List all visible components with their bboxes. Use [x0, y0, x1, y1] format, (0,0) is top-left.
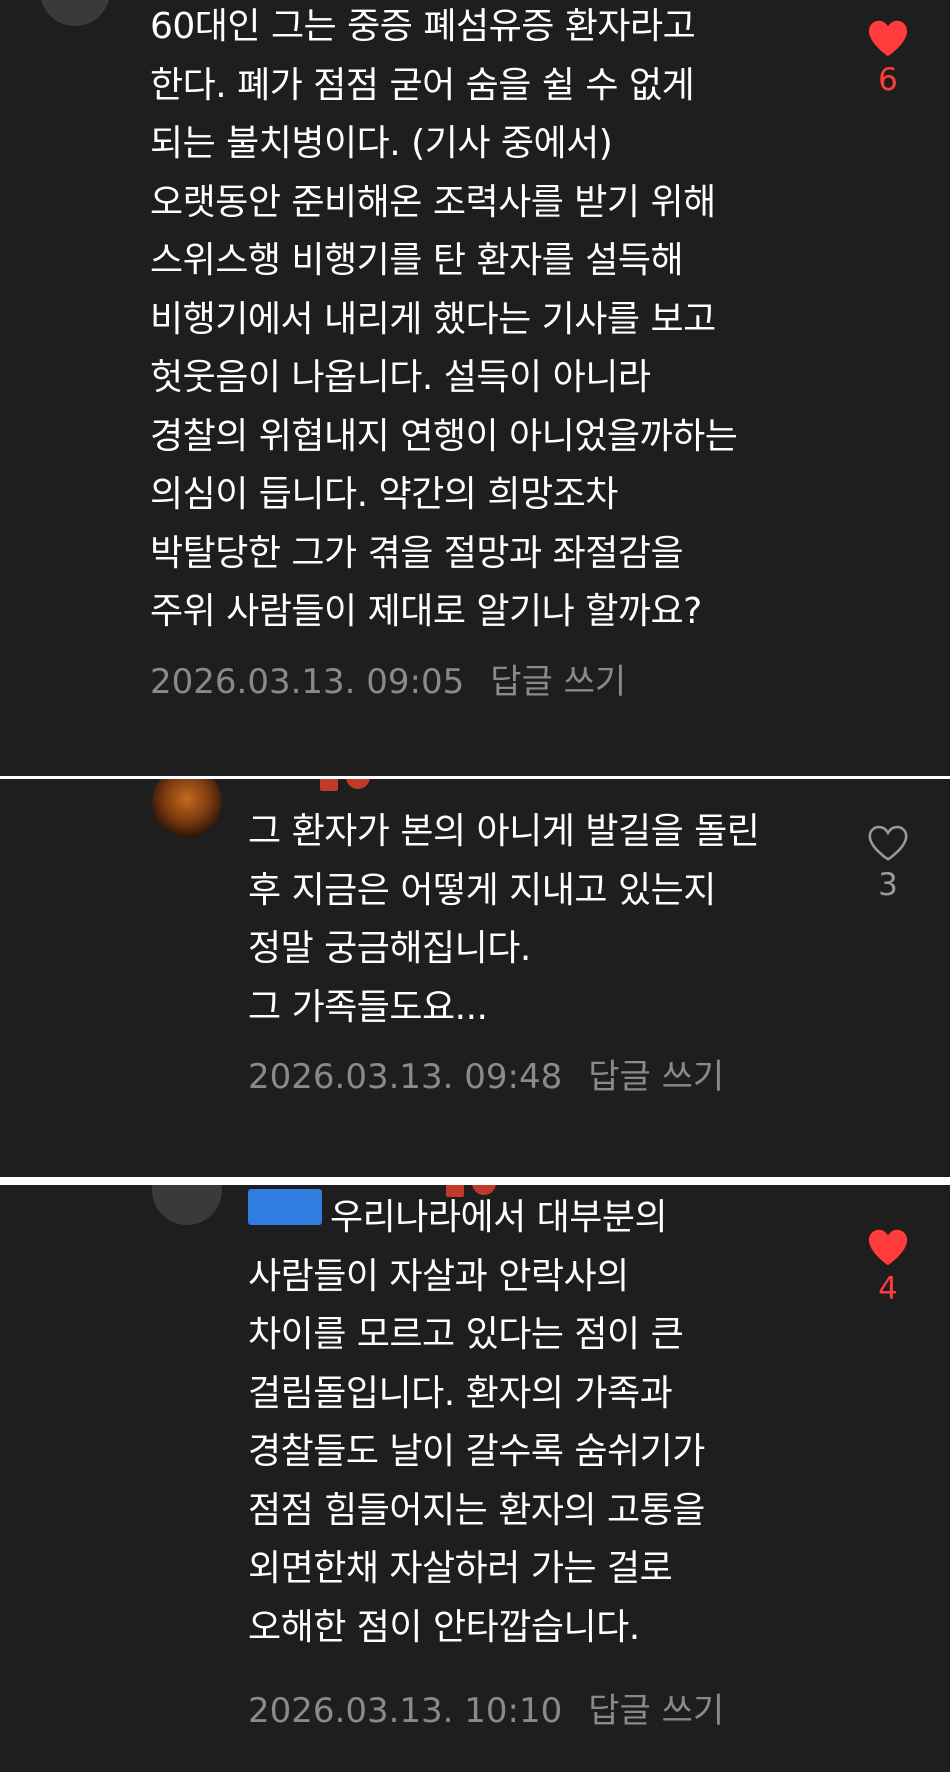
comment-timestamp: 2026.03.13. 09:05	[150, 662, 465, 702]
comment-line: 60대인 그는 중증 폐섬유증 환자라고	[150, 6, 696, 47]
comment-line: 후 지금은 어떻게 지내고 있는지	[248, 869, 716, 911]
comment-line: 사람들이 자살과 안락사의	[248, 1255, 629, 1297]
comment-body: 그 환자가 본의 아니게 발길을 돌린 후 지금은 어떻게 지내고 있는지 정말…	[248, 803, 760, 1037]
heart-filled-icon	[868, 1229, 908, 1266]
comment-line: 경찰들도 날이 갈수록 숨쉬기가	[248, 1431, 705, 1472]
comment-card: 60대인 그는 중증 폐섬유증 환자라고 한다. 폐가 점점 굳어 숨을 쉴 수…	[0, 0, 950, 776]
comment-body: 60대인 그는 중증 폐섬유증 환자라고 한다. 폐가 점점 굳어 숨을 쉴 수…	[150, 0, 738, 642]
comment-line: 정말 궁금해집니다.	[248, 928, 531, 969]
comment-line-text: 우리나라에서 대부분의	[330, 1197, 668, 1238]
comment-line: 걸림돌입니다. 환자의 가족과	[248, 1372, 673, 1414]
comment-line: 스위스행 비행기를 탄 환자를 설득해	[150, 240, 684, 281]
comment-line: 의심이 듭니다. 약간의 희망조차	[150, 474, 618, 515]
comment-line: 한다. 폐가 점점 굳어 숨을 쉴 수 없게	[150, 64, 695, 106]
heart-outline-icon	[868, 825, 908, 861]
comment-line: 그 가족들도요...	[248, 986, 488, 1028]
heart-filled-icon	[868, 20, 908, 57]
avatar[interactable]	[152, 1185, 222, 1225]
comment-card: 그 환자가 본의 아니게 발길을 돌린 후 지금은 어떻게 지내고 있는지 정말…	[0, 779, 950, 1177]
comment-line: 헛웃음이 나옵니다. 설득이 아니라	[150, 357, 651, 398]
comment-line: 차이를 모르고 있다는 점이 큰	[248, 1314, 684, 1355]
reply-button[interactable]: 답글 쓰기	[490, 662, 626, 702]
like-button[interactable]: 3	[858, 823, 918, 903]
comment-line: 외면한채 자살하러 가는 걸로	[248, 1548, 673, 1589]
avatar[interactable]	[152, 779, 222, 837]
mention-tag[interactable]	[248, 1189, 322, 1225]
comment-line: 오해한 점이 안타깝습니다.	[248, 1606, 640, 1648]
level-badge	[320, 779, 338, 791]
comment-line: 박탈당한 그가 겪을 절망과 좌절감을	[150, 532, 684, 574]
like-button[interactable]: 4	[858, 1227, 918, 1307]
like-count: 4	[878, 1271, 898, 1307]
comment-line: 우리나라에서 대부분의	[248, 1189, 705, 1248]
comment-meta: 2026.03.13. 10:10 답글 쓰기	[248, 1691, 724, 1731]
comment-meta: 2026.03.13. 09:05 답글 쓰기	[150, 662, 626, 702]
comment-line: 경찰의 위협내지 연행이 아니었을까하는	[150, 415, 738, 457]
comment-line: 점점 힘들어지는 환자의 고통을	[248, 1489, 705, 1531]
like-button[interactable]: 6	[858, 18, 918, 98]
comment-screenshot: 60대인 그는 중증 폐섬유증 환자라고 한다. 폐가 점점 굳어 숨을 쉴 수…	[0, 0, 950, 1772]
comment-line: 비행기에서 내리게 했다는 기사를 보고	[150, 298, 716, 340]
comment-card: 우리나라에서 대부분의 사람들이 자살과 안락사의 차이를 모르고 있다는 점이…	[0, 1185, 950, 1772]
comment-meta: 2026.03.13. 09:48 답글 쓰기	[248, 1057, 724, 1097]
comment-line: 그 환자가 본의 아니게 발길을 돌린	[248, 811, 760, 852]
comment-line: 되는 불치병이다. (기사 중에서)	[150, 123, 613, 164]
comment-timestamp: 2026.03.13. 09:48	[248, 1057, 563, 1097]
like-count: 3	[878, 867, 898, 903]
level-badge	[346, 779, 370, 789]
avatar[interactable]	[40, 0, 110, 26]
comment-timestamp: 2026.03.13. 10:10	[248, 1691, 563, 1731]
reply-button[interactable]: 답글 쓰기	[588, 1691, 724, 1731]
like-count: 6	[878, 62, 898, 98]
comment-body: 우리나라에서 대부분의 사람들이 자살과 안락사의 차이를 모르고 있다는 점이…	[248, 1189, 705, 1657]
reply-button[interactable]: 답글 쓰기	[588, 1057, 724, 1097]
author-name[interactable]	[248, 779, 408, 793]
comment-line: 주위 사람들이 제대로 알기나 할까요?	[150, 591, 702, 632]
comment-line: 오랫동안 준비해온 조력사를 받기 위해	[150, 181, 716, 223]
